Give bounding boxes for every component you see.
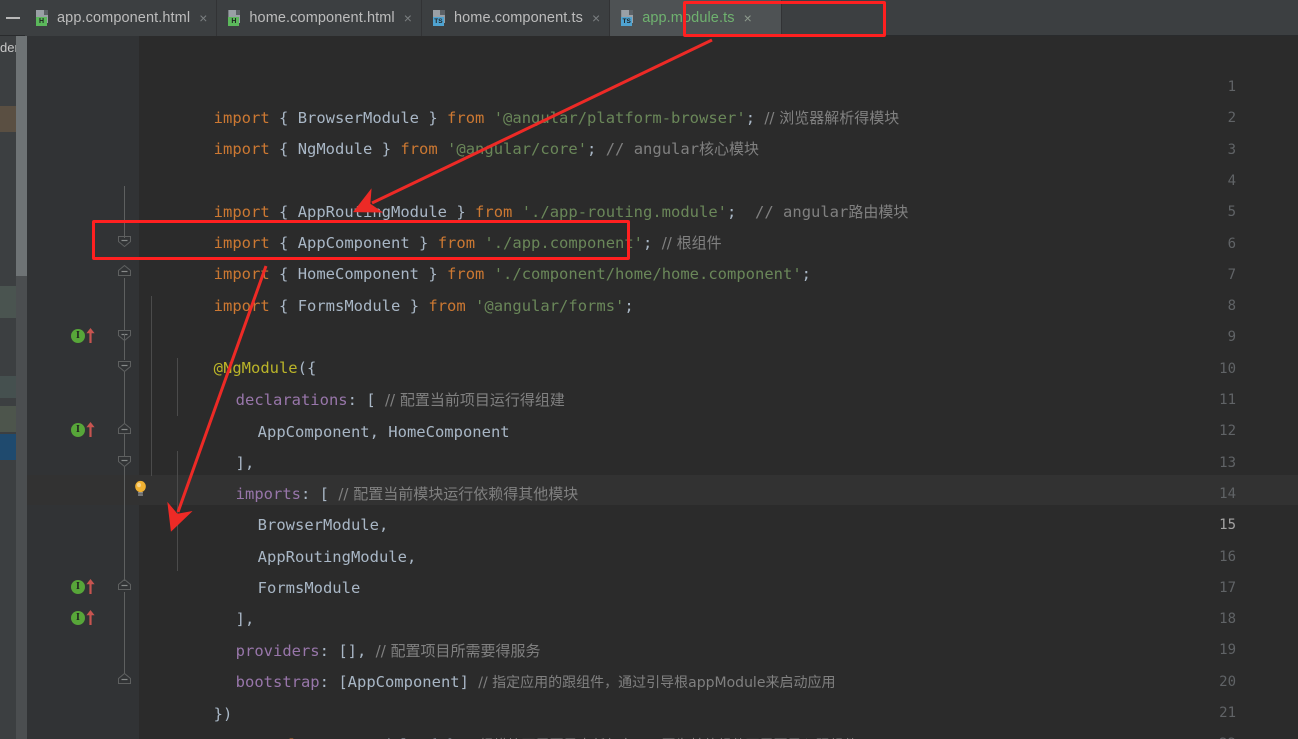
comment: // angular	[755, 203, 849, 221]
fold-connector	[124, 334, 125, 360]
tab-label: home.component.html	[249, 10, 395, 26]
editor-fold-gutter[interactable]	[113, 36, 139, 739]
code-line-6: import { HomeComponent } from './compone…	[139, 228, 811, 283]
comment: // 浏览器解析得模块	[764, 109, 900, 127]
module-path: '@angular/forms'	[475, 297, 625, 315]
brace: {	[279, 140, 289, 158]
code-line-13: imports: [ // 配置当前模块运行依赖得其他模块	[161, 448, 579, 503]
code-line-20: })	[139, 668, 233, 723]
interface-glyph: I	[71, 329, 85, 343]
keyword-from: from	[428, 297, 466, 315]
keyword-import: import	[213, 140, 270, 158]
code-line-15: AppRoutingModule,	[183, 511, 417, 566]
comment: // angular	[605, 140, 700, 158]
code-line-19: bootstrap: [AppComponent] // 指定应用的跟组件，通过…	[161, 636, 836, 691]
tab-close-icon[interactable]: ×	[742, 11, 752, 25]
implemented-interface-icon[interactable]: I	[71, 579, 97, 595]
semicolon: ;	[727, 203, 737, 221]
fold-connector	[124, 278, 125, 330]
brace: }	[409, 297, 420, 315]
brace: {	[279, 297, 289, 315]
collapse-panel-icon[interactable]	[0, 0, 25, 35]
fold-connector	[124, 592, 125, 674]
fold-marker-up[interactable]	[118, 673, 131, 686]
code-line-5: import { AppComponent } from './app.comp…	[139, 197, 722, 252]
code-line-17: ],	[161, 573, 255, 628]
comment-cn: 路由模块	[848, 203, 909, 221]
code-content[interactable]: import { BrowserModule } from '@angular/…	[139, 36, 1298, 739]
code-line-7: import { FormsModule } from '@angular/fo…	[139, 260, 634, 315]
code-line-21: export class AppModule { } // 根模块不需要导出任何…	[139, 699, 858, 739]
implemented-interface-icon[interactable]: I	[71, 610, 97, 626]
tab-home-component-html[interactable]: H home.component.html ×	[217, 0, 422, 36]
semicolon: ;	[801, 265, 812, 283]
code-line-14: BrowserModule,	[183, 479, 389, 534]
code-line-4: import { AppRoutingModule } from './app-…	[139, 166, 909, 221]
project-panel-scroll-thumb[interactable]	[16, 36, 27, 276]
comment-cn: 核心模块	[699, 140, 760, 158]
ide-window: H app.component.html × H home.component.…	[0, 0, 1298, 739]
code-line-2: import { NgModule } from '@angular/core'…	[139, 103, 759, 158]
brace: }	[381, 140, 392, 158]
identifier-list: AppComponent, HomeComponent	[257, 423, 510, 441]
code-line-16: FormsModule	[183, 542, 361, 597]
editor-gutter[interactable]	[27, 36, 113, 739]
identifier: NgModule	[297, 140, 373, 158]
tab-label: app.module.ts	[642, 10, 735, 26]
code-line-12: ],	[161, 417, 255, 472]
object-key: bootstrap	[235, 673, 320, 691]
fold-connector	[124, 467, 125, 581]
interface-glyph: I	[71, 611, 85, 625]
code-editor[interactable]: 12345678910111213141516171819202122 IIII…	[27, 36, 1298, 739]
module-path: '@angular/core'	[447, 140, 588, 158]
semicolon: ;	[624, 297, 634, 315]
interface-glyph: I	[71, 580, 85, 594]
fold-marker-up[interactable]	[118, 265, 131, 278]
project-panel-strip[interactable]: den	[0, 36, 27, 739]
html-file-icon: H	[227, 10, 242, 26]
code-line-1: import { BrowserModule } from '@angular/…	[139, 72, 900, 127]
typescript-file-icon: TS	[432, 10, 447, 26]
implemented-interface-icon[interactable]: I	[71, 328, 97, 344]
comment: // 指定应用的跟组件，通过引导根appModule来启动应用	[478, 675, 836, 691]
fold-marker-down[interactable]	[118, 359, 131, 372]
tab-label: app.component.html	[57, 10, 191, 26]
tab-app-module-ts[interactable]: TS app.module.ts ×	[610, 0, 783, 36]
minimize-bar-glyph	[5, 16, 20, 19]
interface-glyph: I	[71, 423, 85, 437]
semicolon: ;	[587, 140, 597, 158]
tab-close-icon[interactable]: ×	[402, 11, 412, 25]
tab-app-component-html[interactable]: H app.component.html ×	[25, 0, 218, 36]
tab-home-component-ts[interactable]: TS home.component.ts ×	[421, 0, 611, 36]
identifier: FormsModule	[257, 579, 361, 597]
implemented-interface-icon[interactable]: I	[71, 422, 97, 438]
fold-connector	[124, 372, 125, 424]
tab-label: home.component.ts	[453, 10, 583, 26]
keyword-from: from	[400, 140, 438, 158]
code-line-10: declarations: [ // 配置当前项目运行得组建	[161, 354, 565, 409]
punctuation: : [AppComponent]	[319, 673, 479, 691]
typescript-file-icon: TS	[620, 10, 635, 26]
code-line-18: providers: [], // 配置项目所需要得服务	[161, 605, 541, 660]
code-line-11: AppComponent, HomeComponent	[183, 386, 510, 441]
keyword-import: import	[213, 297, 270, 315]
editor-tab-bar: H app.component.html × H home.component.…	[0, 0, 1298, 36]
code-line-9: @NgModule({	[139, 322, 317, 377]
html-file-icon: H	[35, 10, 50, 26]
fold-connector	[124, 186, 125, 238]
fold-connector	[124, 434, 125, 456]
tab-close-icon[interactable]: ×	[197, 11, 207, 25]
identifier: FormsModule	[297, 297, 401, 315]
tab-close-icon[interactable]: ×	[590, 11, 600, 25]
